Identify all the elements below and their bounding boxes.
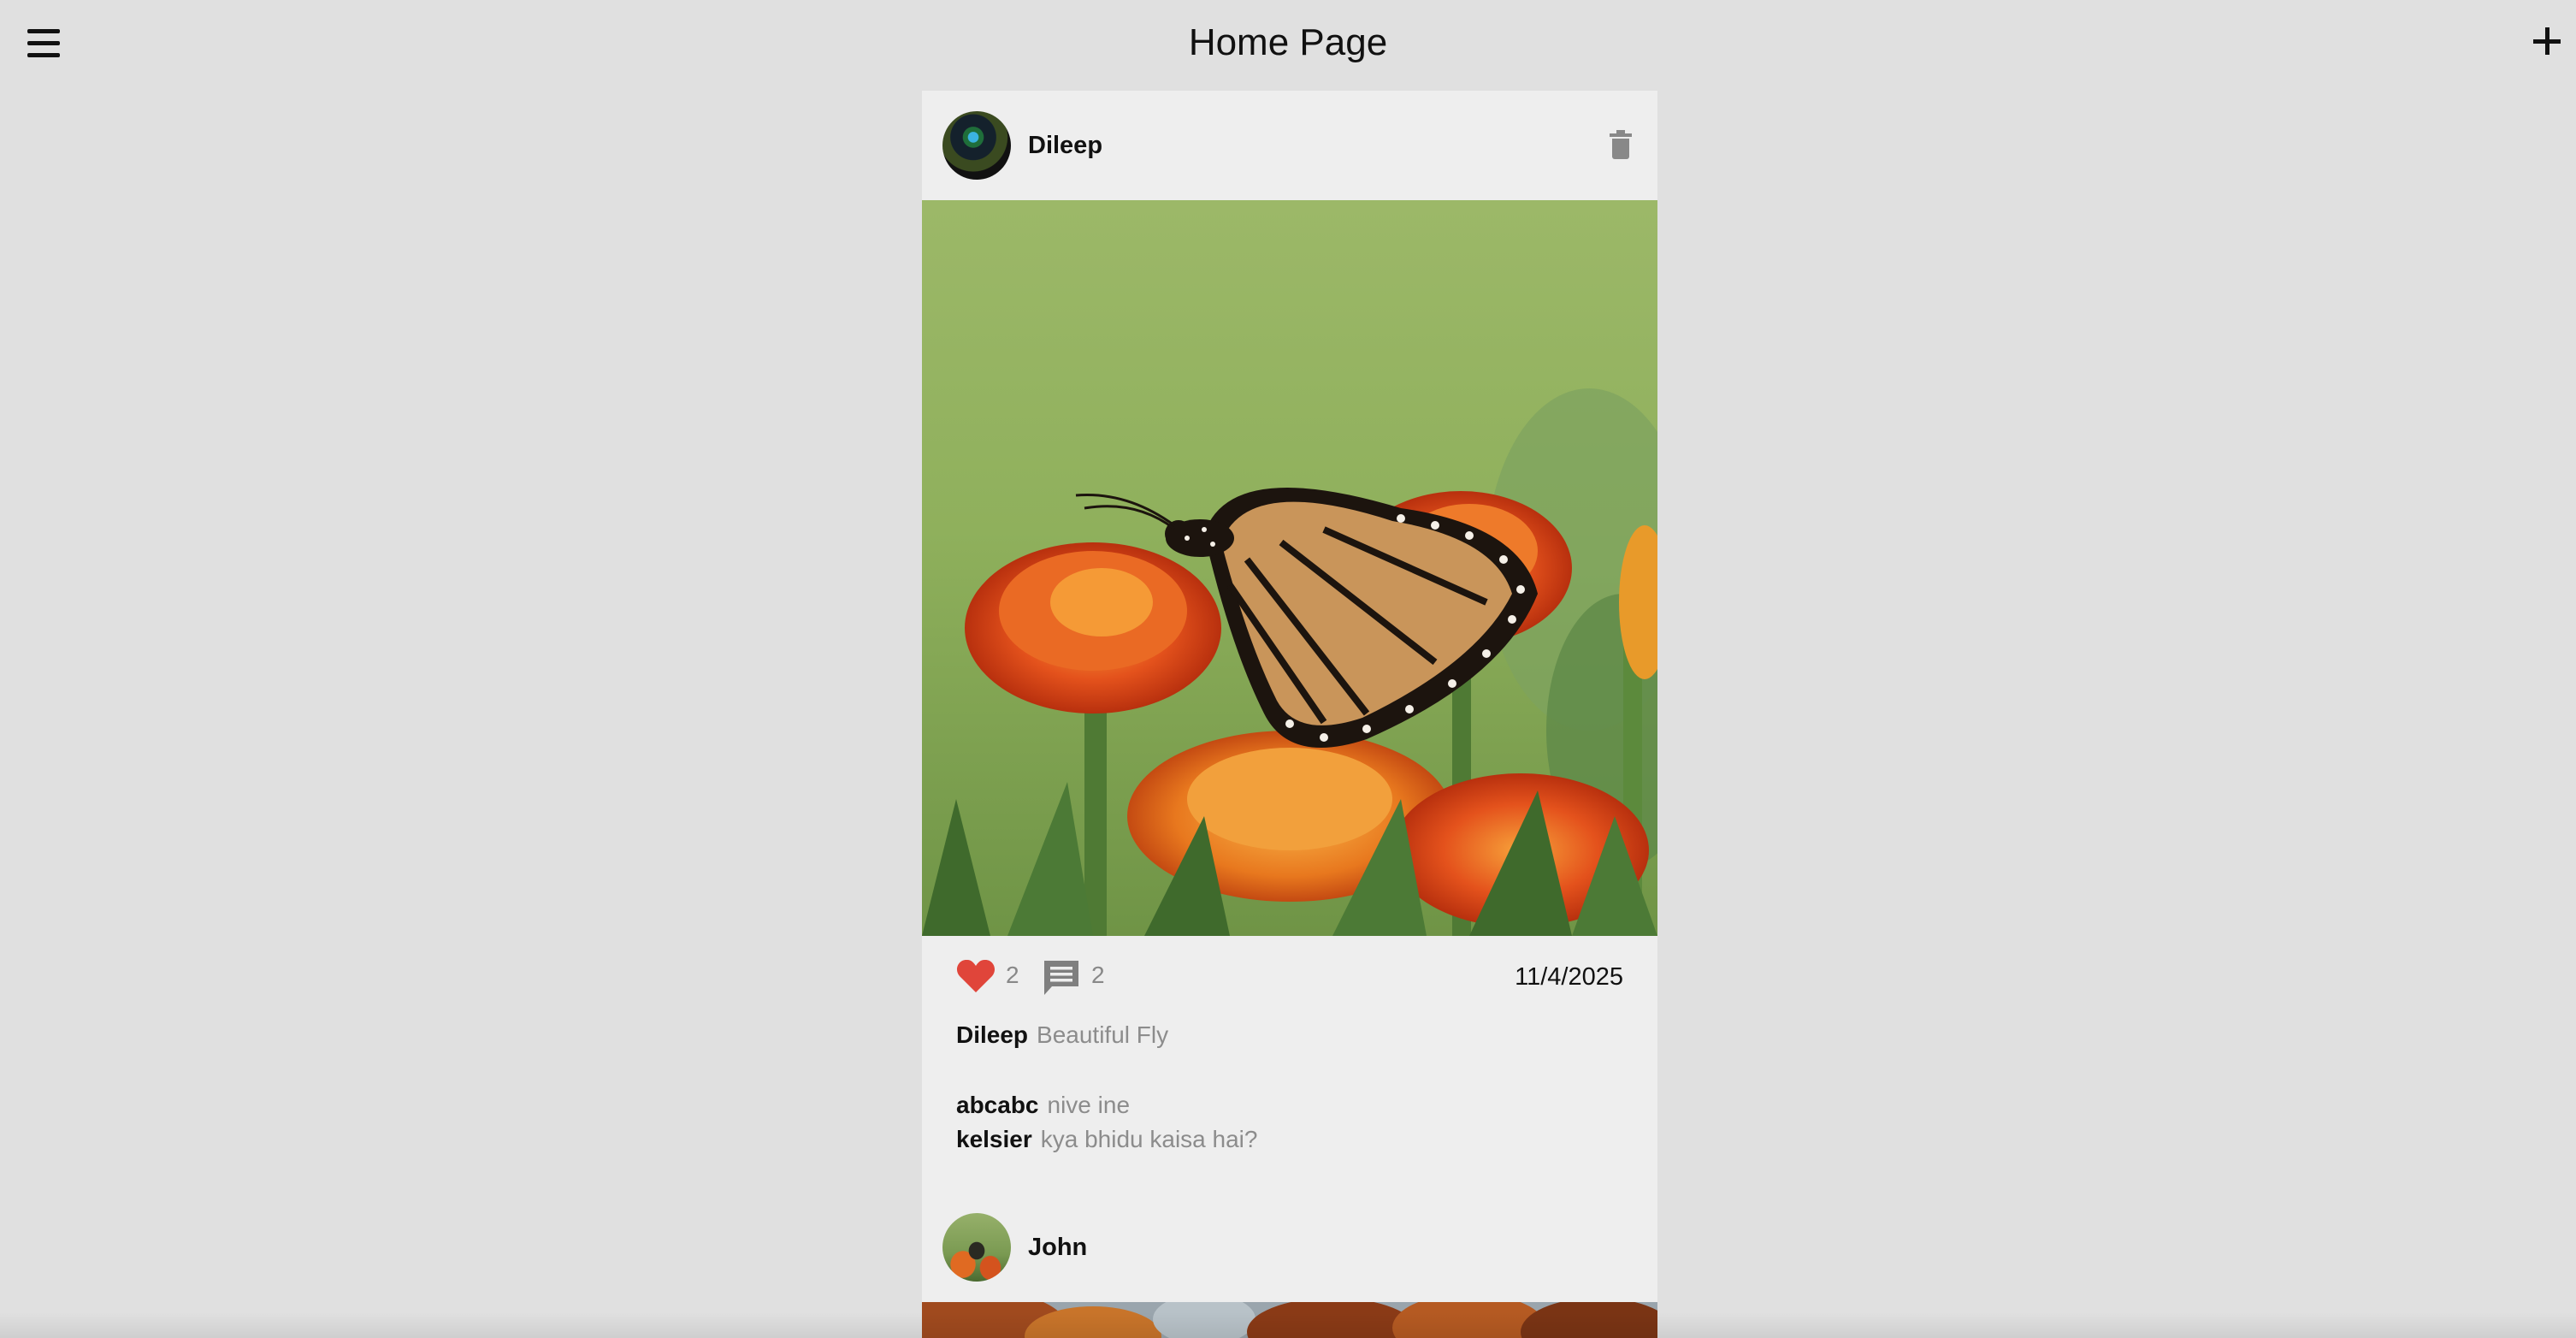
comment-author[interactable]: kelsier — [956, 1126, 1032, 1152]
avatar[interactable] — [942, 1213, 1011, 1282]
comment-count: 2 — [1091, 962, 1105, 988]
caption-author[interactable]: Dileep — [956, 1021, 1028, 1048]
post-image[interactable] — [922, 1302, 1657, 1338]
heart-icon — [956, 959, 996, 992]
post-caption: Dileep Beautiful Fly — [956, 1018, 1168, 1052]
comment-icon — [1044, 961, 1078, 995]
post-author[interactable]: Dileep — [1028, 128, 1102, 163]
comment-button[interactable] — [1042, 958, 1081, 998]
comment-author[interactable]: abcabc — [956, 1092, 1039, 1118]
comment-item: kelsier kya bhidu kaisa hai? — [956, 1122, 1257, 1157]
post-image[interactable] — [922, 200, 1657, 936]
butterfly-on-marigold-photo — [922, 200, 1657, 936]
post-actions: 2 2 11/4/2025 — [922, 946, 1657, 1006]
trash-icon-lid — [1610, 133, 1632, 137]
app-bar: Home Page — [0, 0, 2576, 86]
trash-icon-can — [1612, 139, 1629, 159]
post-date: 11/4/2025 — [1515, 963, 1623, 991]
delete-post-button[interactable] — [1606, 130, 1635, 164]
page-title: Home Page — [1188, 21, 1388, 63]
autumn-trees-photo — [922, 1302, 1657, 1338]
comment-text: kya bhidu kaisa hai? — [1040, 1126, 1258, 1152]
post-header: Dileep — [922, 91, 1657, 200]
caption-text: Beautiful Fly — [1037, 1021, 1169, 1048]
post-header: John — [922, 1193, 1657, 1302]
plus-icon-vertical — [2545, 27, 2549, 55]
post-author[interactable]: John — [1028, 1230, 1087, 1264]
avatar[interactable] — [942, 111, 1011, 180]
like-button[interactable] — [956, 958, 996, 994]
add-post-button[interactable] — [2528, 22, 2566, 60]
comment-item: abcabc nive ine — [956, 1088, 1130, 1122]
feed: Dileep 2 2 11/4/2025 Dileep Beautiful Fl… — [922, 91, 1657, 1338]
comment-text: nive ine — [1047, 1092, 1131, 1118]
like-count: 2 — [1006, 962, 1019, 988]
